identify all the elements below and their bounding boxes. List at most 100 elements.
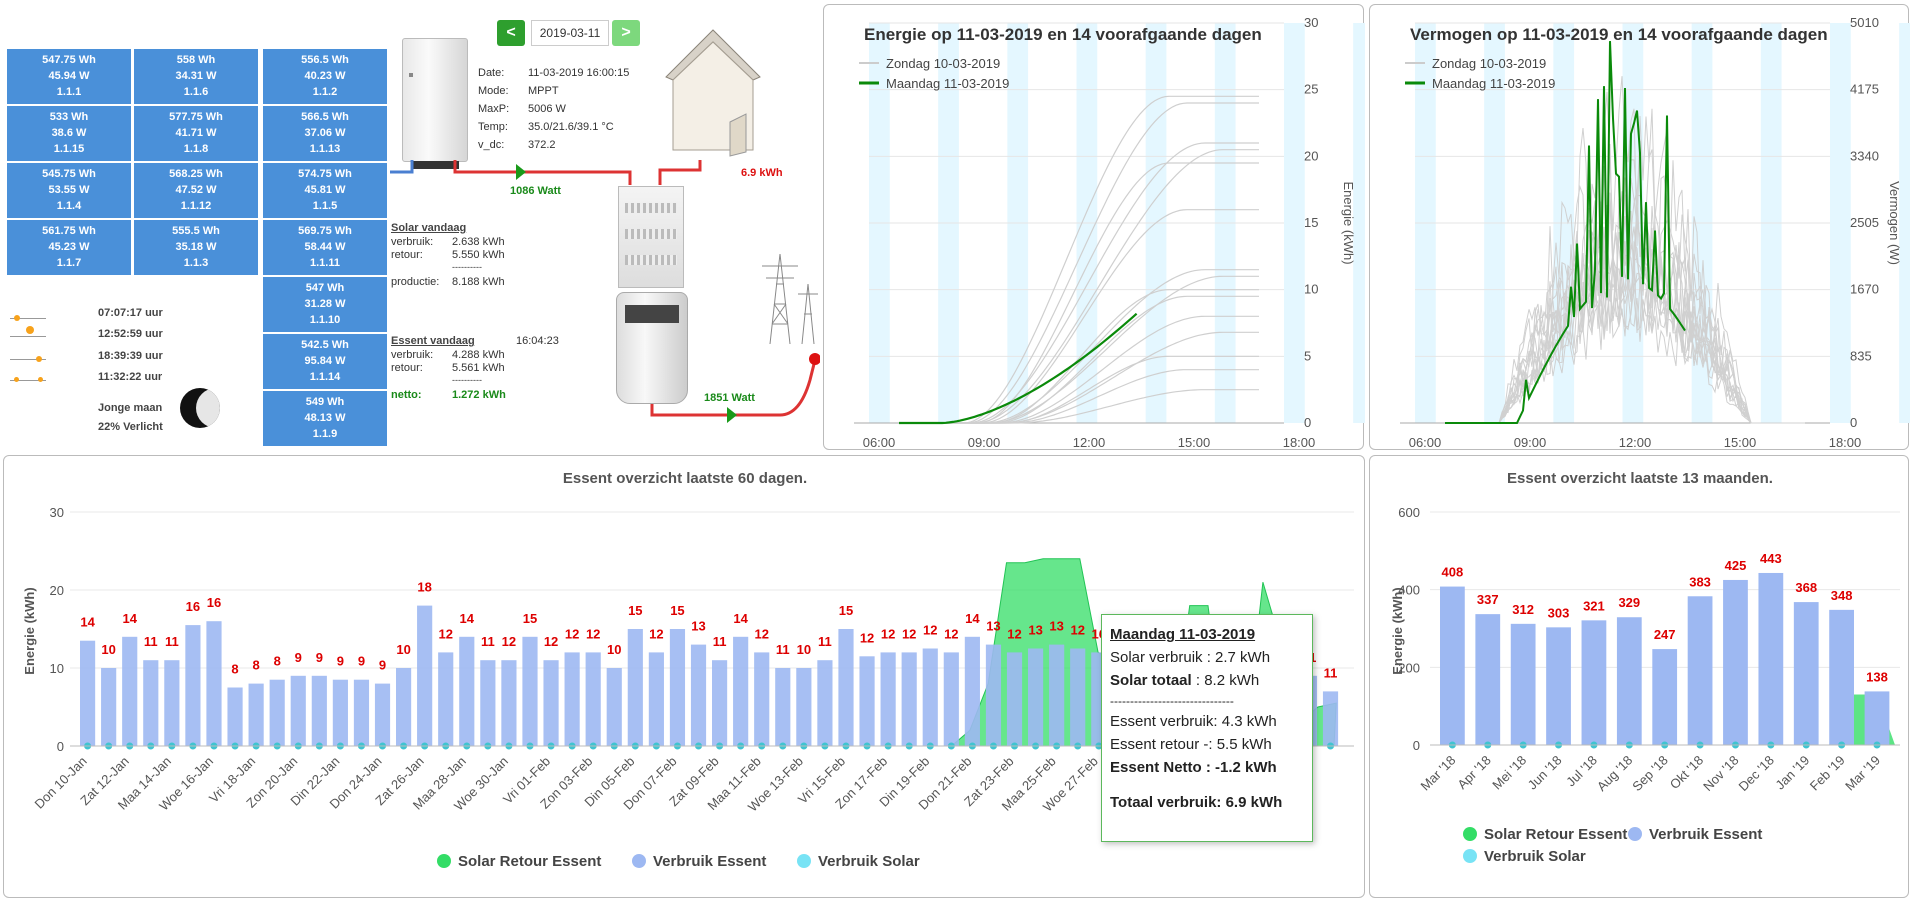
tooltip-totaal: Totaal verbruik: 6.9 kWh xyxy=(1110,794,1283,811)
verbruik-bar xyxy=(1723,579,1748,745)
grid-flow-watt: 1851 Watt xyxy=(704,392,755,404)
verbruik-bar xyxy=(290,675,306,746)
verbruik-bar xyxy=(1475,614,1501,745)
thirteen-month-chart: Essent overzicht laatste 13 maanden. 600 4… xyxy=(1390,470,1900,865)
y-tick-label: 0 xyxy=(1850,415,1857,430)
verbruik-bar xyxy=(1546,627,1571,745)
bar-value-label: 12 xyxy=(881,626,895,641)
bar-value-label: 8 xyxy=(253,658,260,673)
solar-productie: 8.188 kWh xyxy=(452,276,505,288)
bar-value-label: 10 xyxy=(797,642,811,657)
verbruik-bar xyxy=(143,660,159,746)
essent-verbruik-label: verbruik: xyxy=(391,349,434,361)
bar-value-label: 14 xyxy=(460,611,475,626)
verbruik-bar xyxy=(80,640,96,746)
bar-value-label: 11 xyxy=(776,642,790,657)
bar-value-label: 12 xyxy=(944,626,958,641)
y-tick-label: 3340 xyxy=(1850,148,1879,163)
tooltip-essent-netto-value: : -1.2 kWh xyxy=(1205,759,1277,776)
tooltip-essent-verbruik: Essent verbruik: 4.3 kWh xyxy=(1110,713,1277,730)
bar-value-label: 12 xyxy=(860,630,874,645)
verbruik-bar xyxy=(922,648,938,746)
power-pylon-icon xyxy=(762,253,818,345)
verbruik-bar xyxy=(690,644,707,746)
essent-retour-label: retour: xyxy=(391,362,423,374)
y-tick-label: 5010 xyxy=(1850,15,1879,30)
bar-value-label: 247 xyxy=(1654,627,1676,642)
verbruik-bar xyxy=(585,652,601,746)
x-tick-label: Apr '18 xyxy=(1454,753,1493,792)
tooltip-title: Maandag 11-03-2019 xyxy=(1110,626,1256,643)
bar-value-label: 368 xyxy=(1795,580,1817,595)
verbruik-bar xyxy=(332,679,348,746)
chart-title: Energie op 11-03-2019 en 14 voorafgaande… xyxy=(864,25,1262,44)
legend-swatch xyxy=(632,854,646,868)
verbruik-bar xyxy=(1322,691,1339,746)
tooltip-separator: ------------------------------- xyxy=(1110,694,1234,708)
bar-value-label: 12 xyxy=(754,626,768,641)
verbruik-bar xyxy=(796,668,812,746)
y-tick-label: 30 xyxy=(1304,15,1318,30)
bar-value-label: 15 xyxy=(839,603,853,618)
verbruik-bar xyxy=(185,625,201,746)
tooltip-essent-retour: Essent retour -: 5.5 kWh xyxy=(1110,736,1272,753)
verbruik-bar xyxy=(627,629,643,746)
tooltip-solar-totaal-value: : 8.2 kWh xyxy=(1195,672,1260,689)
solar-productie-label: productie: xyxy=(391,276,440,288)
bar-value-label: 16 xyxy=(186,599,200,614)
verbruik-bar xyxy=(859,656,875,746)
verbruik-bar xyxy=(880,652,896,746)
solar-separator: ---------- xyxy=(452,262,482,272)
bar-value-label: 11 xyxy=(144,634,158,649)
y-tick-label: 4175 xyxy=(1850,82,1879,97)
y-axis-label: Energie (kWh) xyxy=(1341,181,1356,264)
bar-value-label: 312 xyxy=(1512,602,1534,617)
bar-value-label: 12 xyxy=(902,626,916,641)
bar-value-label: 9 xyxy=(358,654,365,669)
bar-value-label: 15 xyxy=(670,603,684,618)
x-tick-label: 15:00 xyxy=(1178,435,1211,450)
y-tick-label: 20 xyxy=(50,583,64,598)
chart-title: Vermogen op 11-03-2019 en 14 voorafgaand… xyxy=(1410,25,1828,44)
verbruik-bar xyxy=(901,652,917,746)
bar-value-label: 11 xyxy=(481,634,495,649)
bar-value-label: 9 xyxy=(337,654,344,669)
verbruik-bar xyxy=(480,660,496,746)
x-tick-label: Nov '18 xyxy=(1700,753,1741,794)
verbruik-bar xyxy=(1006,652,1023,746)
x-tick-label: 06:00 xyxy=(863,435,896,450)
y-tick-label: 2505 xyxy=(1850,215,1879,230)
verbruik-bar xyxy=(417,605,433,746)
bar-value-label: 9 xyxy=(379,658,386,673)
bar-value-label: 13 xyxy=(986,619,1000,634)
bar-value-label: 9 xyxy=(295,650,302,665)
verbruik-bar xyxy=(164,660,180,746)
verbruik-bar xyxy=(248,683,264,746)
verbruik-bar xyxy=(353,679,370,746)
x-tick-label: 18:00 xyxy=(1829,435,1862,450)
bar-value-label: 11 xyxy=(1324,665,1338,680)
essent-verbruik: 4.288 kWh xyxy=(452,349,505,361)
bar-value-label: 16 xyxy=(207,595,221,610)
verbruik-bar xyxy=(1028,648,1044,746)
verbruik-bar xyxy=(311,675,327,746)
bar-value-label: 12 xyxy=(544,634,558,649)
verbruik-bar xyxy=(1829,609,1854,745)
legend-swatch xyxy=(1463,827,1477,841)
house-kwh: 6.9 kWh xyxy=(741,167,783,179)
y-tick-label: 1670 xyxy=(1850,282,1879,297)
fuse-box-icon xyxy=(618,186,684,288)
bar-value-label: 12 xyxy=(586,626,600,641)
solar-flow-watt: 1086 Watt xyxy=(510,185,561,197)
power-chart-frame: 5010 4175 3340 2505 1670 835 0 Vermogen (W) 06:0… xyxy=(1369,4,1912,450)
tooltip-solar-totaal-label: Solar totaal xyxy=(1110,672,1192,689)
y-tick-label: 0 xyxy=(1304,415,1311,430)
x-tick-label: 06:00 xyxy=(1409,435,1442,450)
verbruik-bar xyxy=(1652,649,1678,745)
y-tick-label: 0 xyxy=(1413,738,1420,753)
bar-value-label: 12 xyxy=(649,626,663,641)
bar-value-label: 12 xyxy=(1007,626,1021,641)
x-tick-label: 12:00 xyxy=(1619,435,1652,450)
bar-value-label: 383 xyxy=(1689,574,1711,589)
verbruik-bar xyxy=(754,652,770,746)
